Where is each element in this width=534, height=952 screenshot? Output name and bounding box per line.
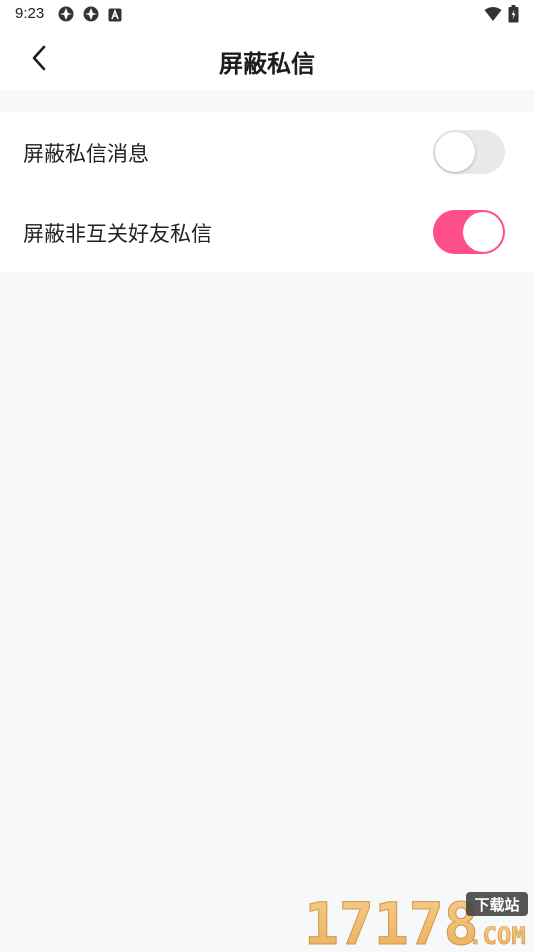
watermark-logo: 17178 下载站 .COM (304, 890, 530, 952)
setting-row-block-non-mutual: 屏蔽非互关好友私信 (0, 192, 534, 272)
svg-text:17178: 17178 (304, 890, 479, 948)
setting-row-block-messages: 屏蔽私信消息 (0, 112, 534, 192)
app-notification-icon (83, 6, 99, 22)
setting-label: 屏蔽非互关好友私信 (23, 222, 212, 246)
status-time: 9:23 (15, 5, 45, 22)
block-messages-toggle[interactable] (433, 130, 505, 174)
settings-list: 屏蔽私信消息 屏蔽非互关好友私信 (0, 112, 534, 272)
svg-text:下载站: 下载站 (474, 896, 519, 914)
status-bar: 9:23 (0, 0, 534, 28)
keyboard-a-icon (108, 7, 122, 22)
wifi-icon (484, 6, 502, 22)
toggle-knob (435, 132, 475, 172)
svg-text:.COM: .COM (468, 922, 526, 948)
page-title: 屏蔽私信 (219, 50, 315, 78)
block-non-mutual-toggle[interactable] (433, 210, 505, 254)
app-notification-icon (58, 6, 74, 22)
battery-icon (508, 5, 519, 23)
toggle-knob (463, 212, 503, 252)
setting-label: 屏蔽私信消息 (23, 142, 149, 166)
app-bar: 屏蔽私信 (0, 28, 534, 90)
